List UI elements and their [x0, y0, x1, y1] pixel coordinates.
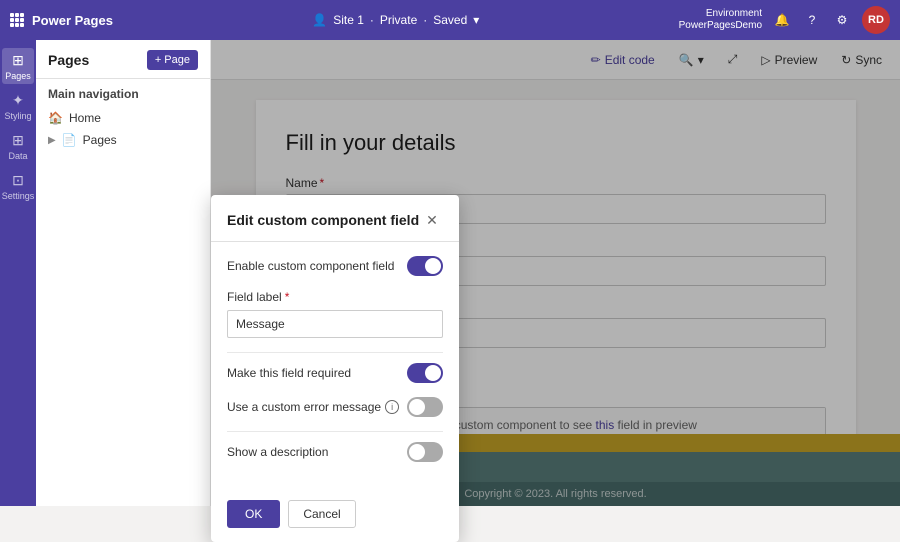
edit-modal: Edit custom component field ✕ Enable cus… — [211, 195, 459, 542]
description-row: Show a description — [227, 442, 443, 462]
sidebar-pages-label: Pages — [5, 71, 31, 81]
notification-icon[interactable]: 🔔 — [772, 10, 792, 30]
site-visibility: Private — [380, 13, 417, 27]
custom-error-toggle[interactable] — [407, 397, 443, 417]
content-area: ✏ Edit code 🔍 ▾ ⤢ ▷ Preview ↻ Sync Fill … — [211, 40, 900, 506]
sidebar-styling-label: Styling — [4, 111, 31, 121]
nav-item-pages[interactable]: ▶ 📄 Pages — [36, 129, 210, 151]
page-icon: 📄 — [62, 133, 77, 147]
site-info: 👤 Site 1 · Private · Saved ▾ — [312, 13, 479, 27]
site-name: Site 1 — [333, 13, 364, 27]
grid-icon[interactable] — [10, 13, 24, 27]
show-description-label: Show a description — [227, 445, 328, 459]
app-name: Power Pages — [32, 13, 113, 28]
add-page-button[interactable]: + Page — [147, 50, 198, 70]
sidebar-settings-label: Settings — [2, 191, 35, 201]
required-toggle-thumb — [425, 365, 441, 381]
field-label-heading: Field label * — [227, 290, 443, 304]
description-toggle-track — [407, 442, 443, 462]
home-label: Home — [69, 111, 101, 125]
sidebar-data-label: Data — [8, 151, 27, 161]
custom-error-label: Use a custom error message — [227, 400, 381, 414]
main-layout: ⊞ Pages ✦ Styling ⊞ Data ⊡ Settings Page… — [0, 40, 900, 506]
enable-label: Enable custom component field — [227, 259, 394, 273]
modal-close-button[interactable]: ✕ — [421, 209, 443, 231]
required-toggle[interactable] — [407, 363, 443, 383]
home-icon: 🏠 — [48, 111, 63, 125]
modal-header: Edit custom component field ✕ — [211, 195, 459, 242]
topnav-right: Environment PowerPagesDemo 🔔 ? ⚙ RD — [679, 6, 890, 34]
enable-toggle-track — [407, 256, 443, 276]
pages-icon: ⊞ — [12, 52, 24, 69]
data-icon: ⊞ — [12, 132, 24, 149]
modal-divider — [227, 352, 443, 353]
sidebar-item-data[interactable]: ⊞ Data — [2, 128, 34, 164]
environment-label: Environment PowerPagesDemo — [679, 8, 762, 32]
chevron-icon: ▶ — [48, 135, 56, 146]
pages-panel: Pages + Page Main navigation 🏠 Home ▶ 📄 … — [36, 40, 211, 506]
sidebar-item-styling[interactable]: ✦ Styling — [2, 88, 34, 124]
sidebar-item-settings[interactable]: ⊡ Settings — [2, 168, 34, 204]
site-separator: · — [370, 13, 374, 27]
settings-icon[interactable]: ⚙ — [832, 10, 852, 30]
sidebar-item-pages[interactable]: ⊞ Pages — [2, 48, 34, 84]
field-label-input[interactable] — [227, 310, 443, 338]
modal-divider-2 — [227, 431, 443, 432]
enable-toggle-thumb — [425, 258, 441, 274]
main-nav-label: Main navigation — [36, 79, 210, 107]
avatar[interactable]: RD — [862, 6, 890, 34]
site-dropdown-icon[interactable]: ▾ — [473, 13, 479, 27]
required-toggle-track — [407, 363, 443, 383]
enable-toggle[interactable] — [407, 256, 443, 276]
enable-row: Enable custom component field — [227, 256, 443, 276]
ok-button[interactable]: OK — [227, 500, 280, 528]
help-icon[interactable]: ? — [802, 10, 822, 30]
custom-error-toggle-thumb — [409, 399, 425, 415]
site-status: Saved — [433, 13, 467, 27]
field-label-required: * — [285, 290, 290, 304]
description-toggle[interactable] — [407, 442, 443, 462]
pages-title: Pages — [48, 52, 89, 68]
modal-title: Edit custom component field — [227, 212, 419, 228]
info-icon[interactable]: i — [385, 400, 399, 414]
styling-icon: ✦ — [12, 92, 24, 109]
site-user-icon: 👤 — [312, 13, 327, 27]
make-required-label: Make this field required — [227, 366, 351, 380]
modal-footer: OK Cancel — [211, 490, 459, 542]
description-toggle-thumb — [409, 444, 425, 460]
required-row: Make this field required — [227, 363, 443, 383]
pages-header: Pages + Page — [36, 40, 210, 79]
top-navbar: Power Pages 👤 Site 1 · Private · Saved ▾… — [0, 0, 900, 40]
pages-nav-label: Pages — [83, 133, 117, 147]
sidebar-icons: ⊞ Pages ✦ Styling ⊞ Data ⊡ Settings — [0, 40, 36, 506]
modal-overlay[interactable]: Edit custom component field ✕ Enable cus… — [211, 40, 900, 506]
field-label-section: Field label * — [227, 290, 443, 338]
nav-item-home[interactable]: 🏠 Home — [36, 107, 210, 129]
settings-side-icon: ⊡ — [12, 172, 24, 189]
modal-body: Enable custom component field Field labe… — [211, 242, 459, 490]
custom-error-row: Use a custom error message i — [227, 397, 443, 417]
site-separator2: · — [423, 13, 427, 27]
cancel-button[interactable]: Cancel — [288, 500, 355, 528]
custom-error-toggle-track — [407, 397, 443, 417]
